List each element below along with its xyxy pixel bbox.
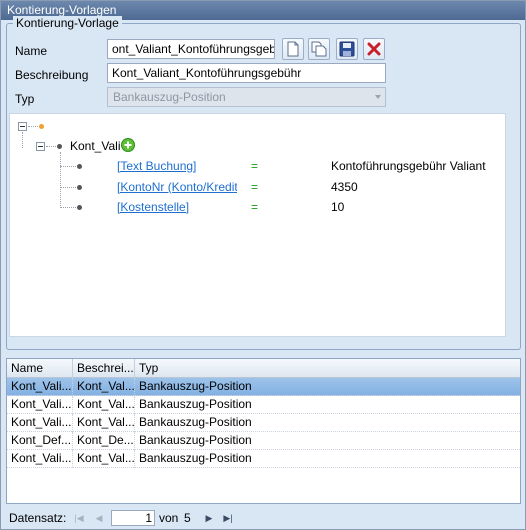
tree-item-field[interactable]: [Text Buchung] bbox=[117, 159, 237, 173]
root-collapse-toggle[interactable] bbox=[18, 122, 27, 131]
cell-type: Bankauszug-Position bbox=[139, 451, 252, 465]
cell-description: Kont_De... bbox=[73, 432, 135, 450]
cell-name: Kont_Vali... bbox=[7, 450, 73, 468]
node-bullet-icon bbox=[57, 144, 62, 149]
root-node-icon bbox=[39, 124, 44, 129]
cell-type: Bankauszug-Position bbox=[139, 433, 252, 447]
table-row[interactable]: Kont_Vali... Kont_Val... Bankauszug-Posi… bbox=[7, 396, 520, 414]
record-current-input[interactable]: 1 bbox=[111, 510, 155, 526]
description-input[interactable]: Kont_Valiant_Kontoführungsgebühr bbox=[107, 63, 386, 83]
description-label: Beschreibung bbox=[15, 68, 89, 82]
condition-tree: Kont_Vali [Text Buchung] = Kontoführungs… bbox=[9, 113, 506, 337]
cell-type: Bankauszug-Position bbox=[139, 397, 252, 411]
cell-description: Kont_Val... bbox=[73, 378, 135, 396]
record-of-label: von bbox=[159, 511, 179, 525]
tree-item-operator: = bbox=[251, 159, 259, 173]
cell-name: Kont_Vali... bbox=[7, 378, 73, 396]
type-select-value: Bankauszug-Position bbox=[113, 90, 226, 104]
copy-icon bbox=[311, 41, 327, 57]
cell-name: Kont_Vali... bbox=[7, 396, 73, 414]
cell-description: Kont_Val... bbox=[73, 414, 135, 432]
record-navigator: Datensatz: |◀ ◀ 1 von 5 ▶ ▶| bbox=[6, 508, 521, 528]
cell-description: Kont_Val... bbox=[73, 396, 135, 414]
delete-icon bbox=[367, 42, 381, 56]
previous-icon: ◀ bbox=[95, 512, 103, 523]
previous-record-button[interactable]: ◀ bbox=[92, 511, 106, 525]
cell-type: Bankauszug-Position bbox=[139, 415, 252, 429]
name-label: Name bbox=[15, 44, 48, 58]
tree-item-value[interactable]: Kontoführungsgebühr Valiant bbox=[331, 159, 486, 173]
add-condition-icon[interactable] bbox=[121, 138, 135, 152]
tree-item-value[interactable]: 4350 bbox=[331, 180, 358, 194]
table-row[interactable]: Kont_Def... Kont_De... Bankauszug-Positi… bbox=[7, 432, 520, 450]
save-icon bbox=[339, 41, 355, 57]
copy-button[interactable] bbox=[308, 38, 330, 60]
tree-item-field[interactable]: [KontoNr (Konto/Kreditor bbox=[117, 180, 237, 194]
record-total: 5 bbox=[184, 511, 191, 525]
tree-item-field[interactable]: [Kostenstelle] bbox=[117, 200, 237, 214]
group-label: Kontierung-Vorlage bbox=[13, 16, 122, 30]
first-icon: |◀ bbox=[74, 512, 84, 523]
column-header-type[interactable]: Typ bbox=[135, 359, 520, 378]
new-document-icon bbox=[287, 41, 299, 57]
grid-header: Name Beschrei... Typ bbox=[7, 359, 520, 378]
column-header-description[interactable]: Beschrei... bbox=[73, 359, 135, 378]
cell-description: Kont_Val... bbox=[73, 450, 135, 468]
templates-grid: Name Beschrei... Typ Kont_Vali... Kont_V… bbox=[6, 358, 521, 504]
item-bullet-icon bbox=[77, 205, 82, 210]
name-input[interactable]: ont_Valiant_Kontoführungsgebühr bbox=[107, 39, 275, 59]
table-row[interactable]: Kont_Vali... Kont_Val... Bankauszug-Posi… bbox=[7, 378, 520, 396]
cell-name: Kont_Def... bbox=[7, 432, 73, 450]
next-record-button[interactable]: ▶ bbox=[202, 511, 216, 525]
item-bullet-icon bbox=[77, 164, 82, 169]
tree-item-value[interactable]: 10 bbox=[331, 200, 344, 214]
tree-node-label[interactable]: Kont_Vali bbox=[70, 139, 120, 153]
item-bullet-icon bbox=[77, 185, 82, 190]
record-label: Datensatz: bbox=[9, 511, 67, 525]
chevron-down-icon bbox=[375, 95, 381, 99]
cell-type: Bankauszug-Position bbox=[139, 379, 252, 393]
table-row[interactable]: Kont_Vali... Kont_Val... Bankauszug-Posi… bbox=[7, 450, 520, 468]
cell-name: Kont_Vali... bbox=[7, 414, 73, 432]
save-button[interactable] bbox=[336, 38, 358, 60]
next-icon: ▶ bbox=[205, 512, 213, 523]
last-record-button[interactable]: ▶| bbox=[221, 511, 235, 525]
delete-button[interactable] bbox=[363, 38, 385, 60]
kontierung-vorlagen-window: Kontierung-Vorlagen Kontierung-Vorlage N… bbox=[0, 0, 526, 530]
last-icon: ▶| bbox=[223, 512, 233, 523]
tree-item-operator: = bbox=[251, 200, 259, 214]
tree-item-operator: = bbox=[251, 180, 259, 194]
node-collapse-toggle[interactable] bbox=[36, 142, 45, 151]
type-select[interactable]: Bankauszug-Position bbox=[107, 87, 386, 107]
type-label: Typ bbox=[15, 92, 35, 106]
table-row[interactable]: Kont_Vali... Kont_Val... Bankauszug-Posi… bbox=[7, 414, 520, 432]
new-button[interactable] bbox=[282, 38, 304, 60]
column-header-name[interactable]: Name bbox=[7, 359, 73, 378]
first-record-button[interactable]: |◀ bbox=[72, 511, 86, 525]
